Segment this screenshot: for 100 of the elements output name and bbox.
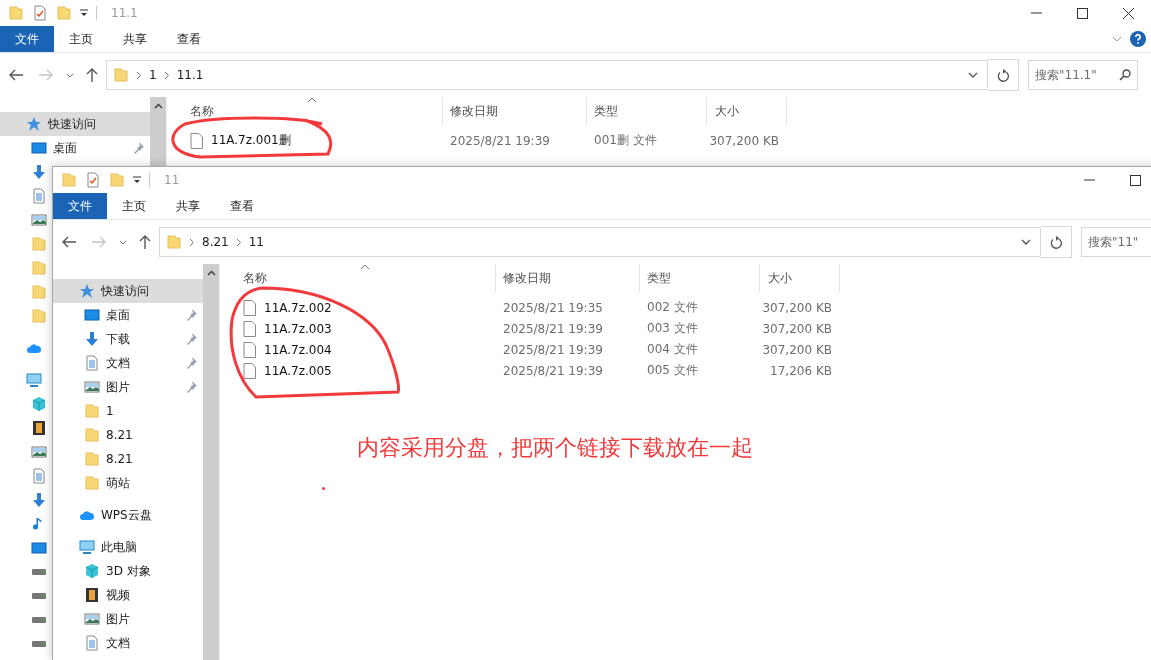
star-icon xyxy=(79,283,95,299)
breadcrumb[interactable]: 8.21 xyxy=(202,235,229,249)
folder-icon xyxy=(84,451,100,467)
nav-item[interactable]: 图片 xyxy=(53,375,203,399)
file-size: 307,200 KB xyxy=(761,342,833,357)
nav-item[interactable]: 文档 xyxy=(53,351,203,375)
folder-icon xyxy=(166,234,182,250)
maximize-icon[interactable] xyxy=(1129,174,1141,186)
folder-icon xyxy=(84,427,100,443)
column-header[interactable]: 大小 xyxy=(760,264,840,292)
nav-item[interactable]: 3D 对象 xyxy=(53,559,203,583)
help-icon[interactable] xyxy=(1130,31,1146,47)
check-document-icon xyxy=(85,172,101,188)
file-size: 307,200 KB xyxy=(761,300,833,315)
annotation-note: 内容采用分盘，把两个链接下载放在一起 xyxy=(357,434,753,462)
file-icon xyxy=(243,320,256,337)
column-header[interactable]: 名称 xyxy=(167,97,443,125)
file-name[interactable]: 11A.7z.001删 xyxy=(167,132,443,149)
nav-item[interactable]: 8.21 xyxy=(53,423,203,447)
up-arrow-icon[interactable] xyxy=(139,235,151,249)
ribbon-tab[interactable]: 共享 xyxy=(108,26,162,52)
document-icon xyxy=(84,355,100,371)
minimize-icon[interactable] xyxy=(1030,12,1042,14)
nav-item[interactable]: 快速访问 xyxy=(0,112,150,136)
refresh-icon[interactable] xyxy=(997,68,1009,82)
caret-icon[interactable] xyxy=(133,176,141,184)
nav-item[interactable]: 图片 xyxy=(53,607,203,631)
ribbon-tab[interactable]: 查看 xyxy=(215,193,269,219)
minimize-icon[interactable] xyxy=(1083,179,1095,181)
nav-item[interactable]: 下载 xyxy=(53,327,203,351)
column-header[interactable]: 类型 xyxy=(587,97,707,125)
nav-item[interactable]: 桌面 xyxy=(53,303,203,327)
breadcrumb[interactable]: 1 xyxy=(149,68,157,82)
nav-item[interactable]: 萌站 xyxy=(53,471,203,495)
column-header[interactable]: 修改日期 xyxy=(496,264,640,292)
picture-icon xyxy=(84,611,100,627)
nav-item[interactable]: 8.21 xyxy=(53,447,203,471)
file-date: 2025/8/21 19:39 xyxy=(449,133,551,148)
nav-item[interactable]: 文档 xyxy=(53,631,203,655)
ribbon-tab[interactable]: 文件 xyxy=(0,26,54,52)
refresh-button[interactable] xyxy=(1041,226,1072,258)
back-arrow-icon[interactable] xyxy=(9,69,23,81)
file-type: 002 文件 xyxy=(646,299,699,316)
ribbon-tab[interactable]: 主页 xyxy=(107,193,161,219)
scroll-up-icon[interactable] xyxy=(206,270,216,276)
refresh-icon[interactable] xyxy=(1050,235,1062,249)
file-date: 2025/8/21 19:39 xyxy=(502,342,604,357)
search-field[interactable]: 搜索"11.1" xyxy=(1028,60,1138,90)
file-date: 2025/8/21 19:39 xyxy=(502,363,604,378)
file-icon xyxy=(243,299,256,316)
chevron-icon xyxy=(163,70,170,80)
nav-item[interactable]: 此电脑 xyxy=(53,535,203,559)
file-name[interactable]: 11A.7z.004 xyxy=(220,341,496,358)
ribbon-tab[interactable]: 主页 xyxy=(54,26,108,52)
nav-item[interactable]: 1 xyxy=(53,399,203,423)
file-size: 307,200 KB xyxy=(761,321,833,336)
check-document-icon xyxy=(32,5,48,21)
picture-icon xyxy=(84,379,100,395)
refresh-button[interactable] xyxy=(988,59,1019,91)
film-icon xyxy=(84,587,100,603)
column-header[interactable]: 名称 xyxy=(220,264,496,292)
folder-icon xyxy=(84,475,100,491)
folder-icon xyxy=(8,5,24,21)
nav-item[interactable]: 桌面 xyxy=(0,136,150,160)
computer-icon xyxy=(79,539,95,555)
file-name[interactable]: 11A.7z.005 xyxy=(220,362,496,379)
close-icon[interactable] xyxy=(1122,7,1134,19)
file-icon xyxy=(243,362,256,379)
breadcrumb[interactable]: 11.1 xyxy=(176,68,204,82)
folder-icon xyxy=(109,172,125,188)
search-field[interactable]: 搜索"11" xyxy=(1081,227,1151,257)
cube-icon xyxy=(84,563,100,579)
file-name[interactable]: 11A.7z.003 xyxy=(220,320,496,337)
chevron-icon xyxy=(189,237,195,247)
column-header[interactable]: 修改日期 xyxy=(443,97,587,125)
breadcrumb[interactable]: 11 xyxy=(248,235,264,249)
desktop-icon xyxy=(84,307,100,323)
up-arrow-icon[interactable] xyxy=(86,68,98,82)
ribbon-tab[interactable]: 文件 xyxy=(53,193,107,219)
file-type: 003 文件 xyxy=(646,320,699,337)
file-size: 17,206 KB xyxy=(769,363,833,378)
ribbon-tab[interactable]: 查看 xyxy=(162,26,216,52)
document-icon xyxy=(84,635,100,651)
folder-icon xyxy=(56,5,72,21)
file-name[interactable]: 11A.7z.002 xyxy=(220,299,496,316)
file-date: 2025/8/21 19:39 xyxy=(502,321,604,336)
scroll-up-icon[interactable] xyxy=(153,103,163,109)
sort-caret-icon xyxy=(360,264,370,270)
caret-icon[interactable] xyxy=(80,9,88,17)
address-field[interactable]: 8.21 11 xyxy=(159,227,1041,257)
nav-item[interactable]: WPS云盘 xyxy=(53,503,203,527)
address-field[interactable]: 1 11.1 xyxy=(106,60,988,90)
maximize-icon[interactable] xyxy=(1076,7,1088,19)
annotation-dot xyxy=(322,487,325,490)
nav-item[interactable]: 视频 xyxy=(53,583,203,607)
column-header[interactable]: 大小 xyxy=(707,97,787,125)
column-header[interactable]: 类型 xyxy=(640,264,760,292)
nav-item[interactable]: 快速访问 xyxy=(53,279,203,303)
ribbon-tab[interactable]: 共享 xyxy=(161,193,215,219)
back-arrow-icon[interactable] xyxy=(62,236,76,248)
